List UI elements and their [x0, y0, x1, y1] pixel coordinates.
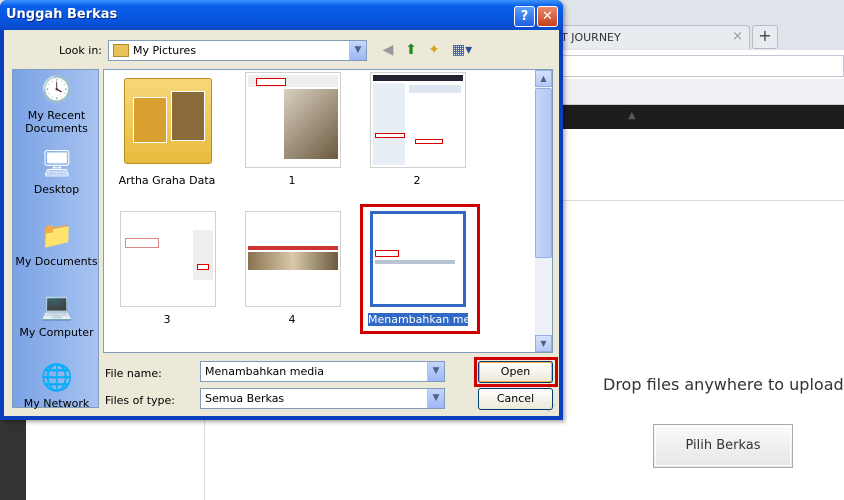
recent-documents-icon: 🕓 — [40, 75, 73, 105]
help-button[interactable]: ? — [514, 6, 535, 27]
cancel-button[interactable]: Cancel — [478, 388, 553, 410]
file-type-value: Semua Berkas — [205, 392, 285, 405]
place-label: Desktop — [33, 183, 80, 196]
image-thumbnail — [245, 72, 341, 168]
file-name-value: Menambahkan media — [205, 365, 325, 378]
list-item[interactable]: 1 — [237, 72, 347, 190]
place-label: My Documents — [15, 255, 98, 268]
file-type-label: Files of type: — [105, 394, 176, 407]
address-bar[interactable] — [540, 55, 844, 77]
chevron-down-icon[interactable]: ▼ — [427, 389, 444, 408]
select-files-button[interactable]: Pilih Berkas — [653, 424, 793, 468]
place-my-computer[interactable]: 💻 My Computer — [13, 291, 100, 339]
dialog-title: Unggah Berkas — [6, 7, 118, 22]
places-bar: 🕓 My Recent Documents 🖥 Desktop 📁 My Doc… — [12, 69, 100, 410]
my-network-icon: 🌐 — [40, 363, 73, 393]
new-folder-icon[interactable]: ✦ — [424, 41, 444, 60]
file-type-dropdown[interactable]: Semua Berkas ▼ — [200, 388, 445, 409]
up-folder-icon[interactable]: ⬆ — [401, 41, 421, 60]
place-label: My Computer — [19, 326, 94, 339]
place-desktop[interactable]: 🖥 Desktop — [13, 148, 100, 196]
look-in-label: Look in: — [59, 44, 102, 57]
dialog-titlebar[interactable]: Unggah Berkas ? ✕ — [0, 0, 563, 30]
open-button-highlight — [474, 357, 558, 387]
caret-up-icon: ▲ — [628, 110, 636, 121]
list-item[interactable]: 3 — [112, 211, 222, 329]
file-name: Artha Graha Data — [118, 174, 216, 187]
scroll-up-icon[interactable]: ▲ — [535, 70, 552, 87]
folder-icon — [124, 78, 212, 164]
place-label: My Recent Documents — [25, 109, 88, 135]
file-name: 4 — [288, 313, 296, 326]
resize-grip-icon[interactable]: ⋰ — [547, 404, 557, 414]
admin-bar: ▲ — [540, 105, 844, 129]
back-icon[interactable]: ◀ — [378, 41, 398, 60]
file-list[interactable]: Artha Graha Data 1 2 3 4 Menambahkan med… — [103, 69, 553, 353]
file-name-label: File name: — [105, 367, 162, 380]
drop-files-text: Drop files anywhere to upload — [603, 375, 844, 394]
my-documents-icon: 📁 — [40, 221, 73, 251]
bookmarks-bar — [540, 79, 844, 105]
file-name: 2 — [413, 174, 421, 187]
file-name-field[interactable]: Menambahkan media ▼ — [200, 361, 445, 382]
folder-thumbnail — [120, 72, 216, 168]
new-tab-button[interactable]: + — [752, 25, 778, 49]
chevron-down-icon[interactable]: ▼ — [427, 362, 444, 381]
close-button[interactable]: ✕ — [537, 6, 558, 27]
place-recent-documents[interactable]: 🕓 My Recent Documents — [13, 74, 100, 135]
tab-title: T JOURNEY — [561, 31, 621, 44]
tab-close-icon[interactable]: × — [732, 29, 743, 44]
look-in-dropdown[interactable]: My Pictures ▼ — [108, 40, 367, 61]
image-thumbnail — [120, 211, 216, 307]
my-computer-icon: 💻 — [40, 292, 73, 322]
chevron-down-icon[interactable]: ▼ — [349, 41, 366, 60]
desktop-icon: 🖥 — [40, 149, 74, 179]
scrollbar-thumb[interactable] — [535, 88, 552, 258]
place-my-documents[interactable]: 📁 My Documents — [13, 220, 100, 268]
selection-highlight — [360, 204, 480, 334]
list-item[interactable]: Artha Graha Data — [112, 72, 222, 190]
file-name: 1 — [288, 174, 296, 187]
place-label: My Network — [23, 397, 90, 410]
vertical-scrollbar[interactable]: ▲ ▼ — [535, 70, 552, 352]
browser-tab[interactable]: T JOURNEY × — [540, 25, 750, 49]
look-in-value: My Pictures — [133, 44, 197, 57]
upload-dialog: Unggah Berkas ? ✕ Look in: My Pictures ▼… — [0, 0, 563, 420]
scroll-down-icon[interactable]: ▼ — [535, 335, 552, 352]
image-thumbnail — [245, 211, 341, 307]
list-item[interactable]: 4 — [237, 211, 347, 329]
admin-side-menu — [0, 420, 26, 500]
place-my-network[interactable]: 🌐 My Network — [13, 362, 100, 410]
file-name: 3 — [163, 313, 171, 326]
folder-icon — [113, 44, 129, 57]
views-menu-icon[interactable]: ▦▾ — [450, 41, 474, 60]
list-item[interactable]: 2 — [362, 72, 472, 190]
dialog-body: Look in: My Pictures ▼ ◀ ⬆ ✦ ▦▾ 🕓 My Rec… — [4, 30, 559, 416]
image-thumbnail — [370, 72, 466, 168]
